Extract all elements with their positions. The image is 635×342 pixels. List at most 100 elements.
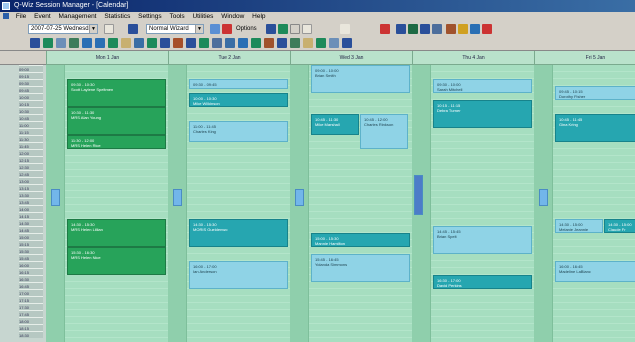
appointment-block[interactable]: 15:00 - 15:30 Mannie Hamilton — [311, 233, 410, 247]
money-icon[interactable] — [251, 38, 261, 48]
document-icon[interactable] — [3, 13, 9, 20]
undo-icon[interactable] — [82, 38, 92, 48]
window-title: Q-Wiz Session Manager - [Calendar] — [14, 2, 129, 9]
prev-icon[interactable] — [116, 24, 126, 34]
day-column[interactable]: Fri 5 Jan 09:45 - 10:15 Dorothy Fisher 10:4… — [534, 51, 635, 342]
menu-management[interactable]: Management — [56, 12, 100, 22]
send-icon[interactable] — [470, 24, 480, 34]
new-icon[interactable] — [30, 38, 40, 48]
appointment-block[interactable]: 11:00 - 11:45 Charles King — [189, 121, 288, 142]
globe-icon[interactable] — [290, 38, 300, 48]
day-header[interactable]: Tue 2 Jan — [168, 51, 290, 65]
grid-icon[interactable] — [128, 24, 138, 34]
appointment-block[interactable]: 10:45 - 11:45 Gina Kring — [555, 114, 635, 142]
notes-icon[interactable] — [303, 38, 313, 48]
calendar-icon[interactable] — [104, 24, 114, 34]
day-header[interactable]: Wed 3 Jan — [290, 51, 412, 65]
appointment-block[interactable]: 10:15 - 11:15 Debra Turner — [433, 100, 532, 128]
copy-icon[interactable] — [69, 38, 79, 48]
report-icon[interactable] — [420, 24, 430, 34]
user-icon[interactable] — [458, 24, 468, 34]
search-icon[interactable] — [277, 38, 287, 48]
chevron-down-icon[interactable]: ▼ — [89, 25, 97, 33]
appointment-block[interactable]: 15:45 - 16:45 Yolanda Simmons — [311, 254, 410, 282]
close-icon[interactable] — [482, 24, 492, 34]
appointment-block[interactable]: 16:30 - 17:00 David Perkins — [433, 275, 532, 289]
menu-help[interactable]: Help — [249, 12, 268, 22]
appointment-block[interactable]: 09:00 - 10:00 Brian Smith — [311, 65, 410, 93]
appointment-block[interactable]: 09:30 - 09:45Daniel Morton — [189, 79, 288, 89]
import-icon[interactable] — [329, 38, 339, 48]
appointment-block[interactable]: 10:45 - 12:00 Charles Rinkson — [360, 114, 408, 149]
green-grid-icon[interactable] — [278, 24, 288, 34]
redo-icon[interactable] — [95, 38, 105, 48]
menu-tools[interactable]: Tools — [166, 12, 187, 22]
chevron-down-icon[interactable]: ▼ — [195, 25, 203, 33]
time-label: 17:15 — [19, 296, 43, 303]
print-icon[interactable] — [212, 38, 222, 48]
appointment-block[interactable]: 09:30 - 10:00 Sarah Mitchell — [433, 79, 532, 93]
filter-icon[interactable] — [210, 24, 220, 34]
menu-file[interactable]: File — [13, 12, 29, 22]
cut-icon[interactable] — [56, 38, 66, 48]
calendar-week-icon[interactable] — [186, 38, 196, 48]
calendar-day-icon[interactable] — [199, 38, 209, 48]
appointment-name: Mike Wilkinson — [193, 101, 220, 106]
chart-icon[interactable] — [432, 24, 442, 34]
day-column[interactable]: Tue 2 Jan 09:30 - 09:45Daniel Morton 10:00… — [168, 51, 290, 342]
appointment-block[interactable]: 16:00 - 16:45 Madeline LaBlanc — [555, 261, 635, 282]
view-select[interactable]: Normal Wizard ▼ — [146, 24, 204, 34]
appointment-block[interactable]: 10:00 - 10:30 Mike Wilkinson — [189, 93, 288, 107]
options-button[interactable]: Options — [236, 24, 257, 34]
appointment-block[interactable]: 14:30 - 15:00 Melanie Jeannie — [555, 219, 603, 233]
contacts-icon[interactable] — [160, 38, 170, 48]
check-icon[interactable] — [147, 38, 157, 48]
info-icon[interactable] — [342, 38, 352, 48]
menu-statistics[interactable]: Statistics — [101, 12, 133, 22]
folder-icon[interactable] — [121, 38, 131, 48]
day-header[interactable]: Fri 5 Jan — [534, 51, 635, 65]
delete-icon[interactable] — [380, 24, 390, 34]
people-icon[interactable] — [396, 24, 406, 34]
appointment-block[interactable]: 16:00 - 17:00 Ian Anderson — [189, 261, 288, 289]
group-icon[interactable] — [408, 24, 418, 34]
appointment-block[interactable]: 14:30 - 15:30 MRS Helen Lillian — [67, 219, 166, 247]
day-slots[interactable] — [553, 65, 635, 342]
appointment-block[interactable]: 09:30 - 10:30 Scott Laylene Speltmen — [67, 79, 166, 107]
day-column[interactable]: Wed 3 Jan 09:00 - 10:00 Brian Smith 10:45 -… — [290, 51, 412, 342]
table-icon[interactable] — [134, 38, 144, 48]
appointment-block[interactable]: 10:45 - 11:30 Mike Marshall — [311, 114, 359, 135]
appointment-block[interactable]: 09:45 - 10:15 Dorothy Fisher — [555, 86, 635, 100]
appointment-block[interactable]: 14:30 - 15:30 MORIS Gueldenwo — [189, 219, 288, 247]
tools-icon[interactable] — [173, 38, 183, 48]
save-icon[interactable] — [266, 24, 276, 34]
appointment-block[interactable]: 10:30 - 11:30 MRS Alan Young — [67, 107, 166, 135]
mail-icon[interactable] — [225, 38, 235, 48]
menu-settings[interactable]: Settings — [135, 12, 165, 22]
day-header[interactable]: Mon 1 Jan — [46, 51, 168, 65]
open-icon[interactable] — [43, 38, 53, 48]
menu-window[interactable]: Window — [218, 12, 247, 22]
date-select[interactable]: 2007-07-25 Wednesday ▼ — [28, 24, 98, 34]
help-icon[interactable] — [340, 24, 350, 34]
stop-icon[interactable] — [222, 24, 232, 34]
appointment-block[interactable]: 15:30 - 16:30 MRS Helen Nice — [67, 247, 166, 275]
appointment-block[interactable]: 14:45 - 15:45 Brian Spelt — [433, 226, 532, 254]
menu-utilities[interactable]: Utilities — [189, 12, 216, 22]
edit-icon[interactable] — [446, 24, 456, 34]
day-column[interactable]: Thu 4 Jan 09:30 - 10:00 Sarah Mitchell 10:1… — [412, 51, 534, 342]
day-slots[interactable] — [309, 65, 412, 342]
appointment-block[interactable]: 14:30 - 15:00 Claude Fr — [604, 219, 635, 233]
appointment-block[interactable]: 11:30 - 12:00 MRS Helen Rice — [67, 135, 166, 149]
window-icon[interactable] — [290, 24, 300, 34]
day-header[interactable]: Thu 4 Jan — [412, 51, 534, 65]
time-label: 13:30 — [19, 191, 43, 198]
list-icon[interactable] — [108, 38, 118, 48]
menu-event[interactable]: Event — [31, 12, 54, 22]
phone-icon[interactable] — [238, 38, 248, 48]
time-label: 11:30 — [19, 135, 43, 142]
settings-icon[interactable] — [264, 38, 274, 48]
day-column[interactable]: Mon 1 Jan 09:30 - 10:30 Scott Laylene Spel… — [46, 51, 168, 342]
page-icon[interactable] — [302, 24, 312, 34]
export-icon[interactable] — [316, 38, 326, 48]
